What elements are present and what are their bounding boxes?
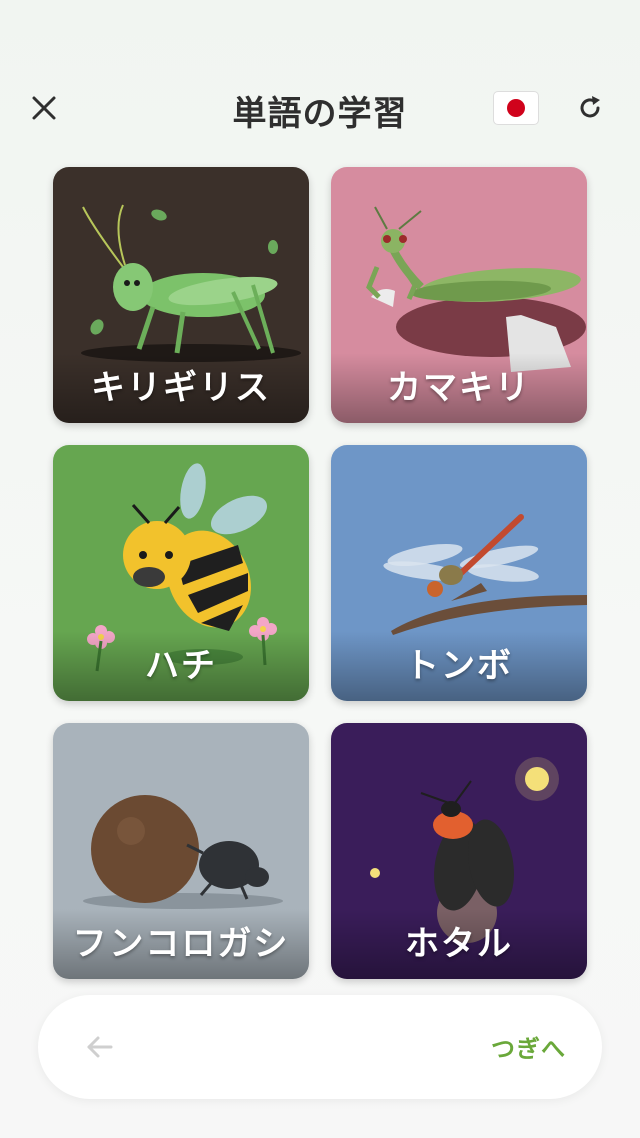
arrow-left-icon bbox=[87, 1036, 113, 1058]
card-label: ホタル bbox=[405, 924, 513, 964]
next-button[interactable]: つぎへ bbox=[491, 1029, 566, 1064]
word-card-firefly[interactable]: ホタル bbox=[331, 723, 587, 979]
bottom-nav-bar: つぎへ bbox=[38, 995, 602, 1099]
word-card-bee[interactable]: ハチ bbox=[53, 445, 309, 701]
word-card-katydid[interactable]: キリギリス bbox=[53, 167, 309, 423]
back-button[interactable] bbox=[82, 1029, 118, 1065]
card-label: ハチ bbox=[145, 646, 217, 686]
word-card-dragonfly[interactable]: トンボ bbox=[331, 445, 587, 701]
card-label: キリギリス bbox=[91, 368, 271, 408]
page-title: 単語の学習 bbox=[232, 94, 408, 134]
word-card-dung-beetle[interactable]: フンコロガシ bbox=[53, 723, 309, 979]
japan-flag-icon bbox=[507, 99, 525, 117]
refresh-button[interactable] bbox=[572, 90, 608, 126]
language-flag-button[interactable] bbox=[494, 92, 538, 124]
card-label: トンボ bbox=[405, 646, 513, 686]
card-label: フンコロガシ bbox=[72, 924, 290, 964]
refresh-icon bbox=[580, 96, 600, 118]
header: 単語の学習 bbox=[0, 78, 640, 142]
word-card-mantis[interactable]: カマキリ bbox=[331, 167, 587, 423]
card-label: カマキリ bbox=[387, 368, 531, 408]
